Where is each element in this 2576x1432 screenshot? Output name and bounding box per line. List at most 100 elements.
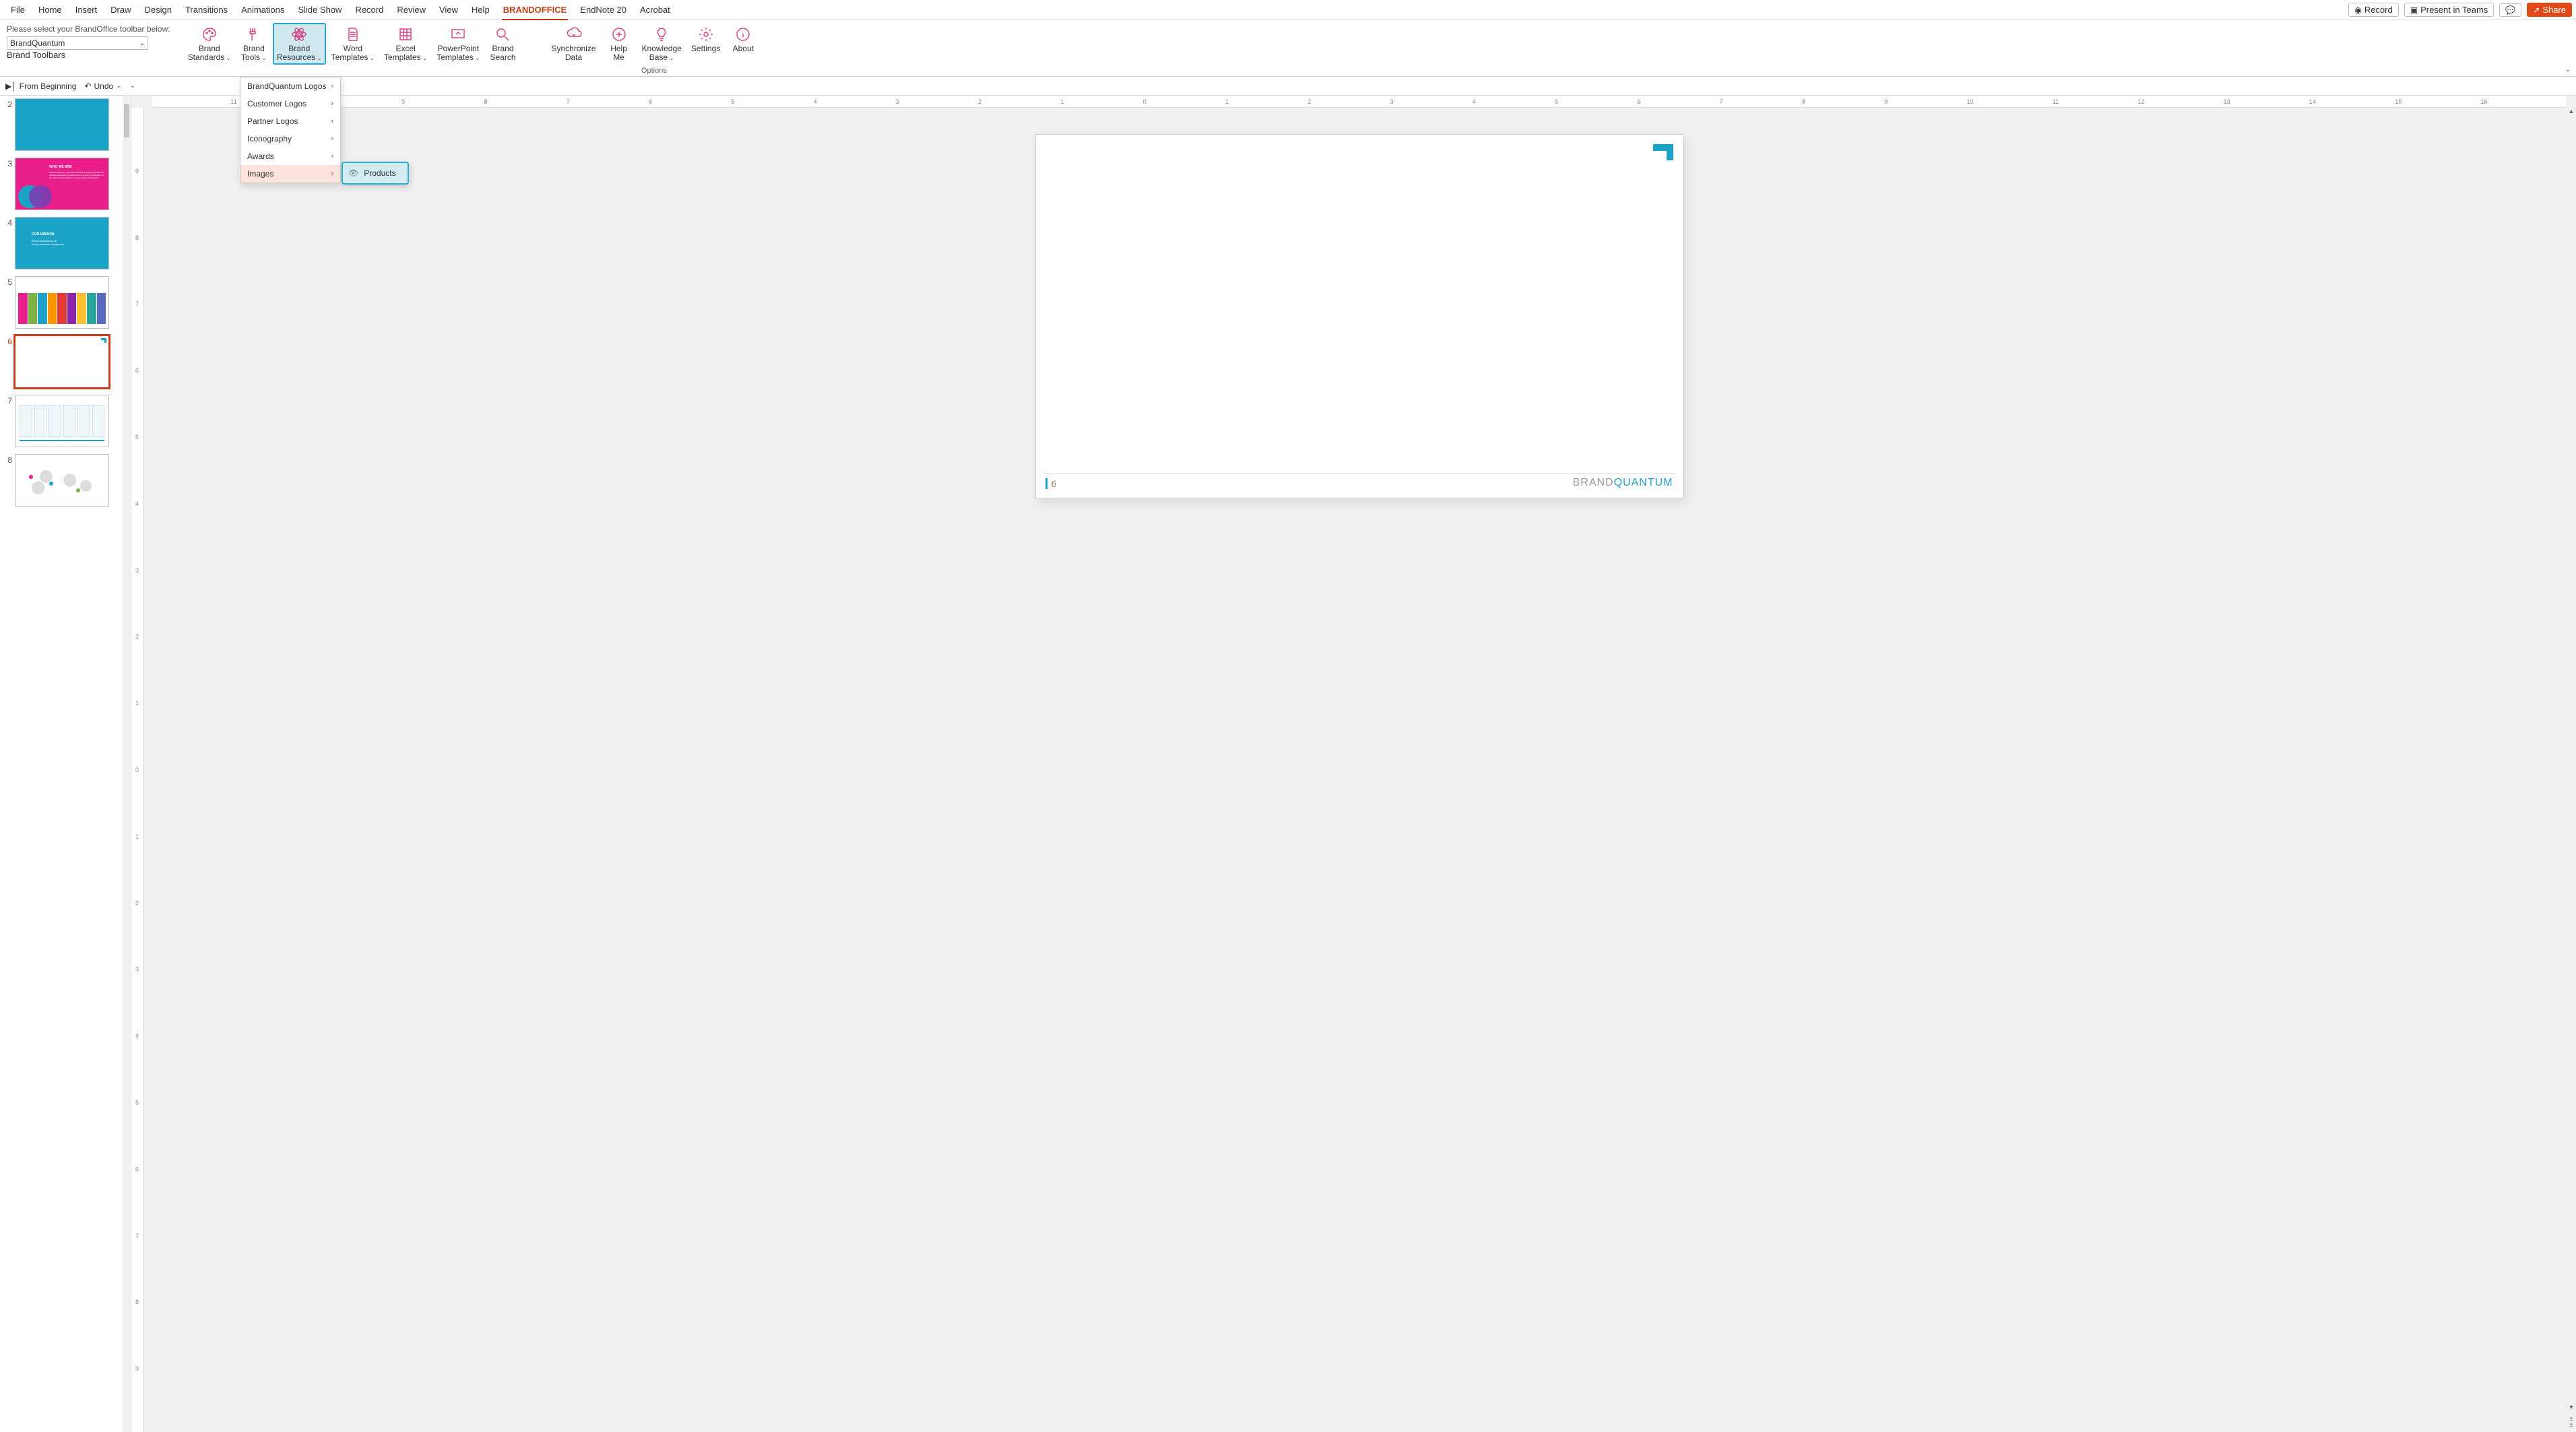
tab-view[interactable]: View <box>432 0 465 20</box>
brand-resources-menu: BrandQuantum Logos› Customer Logos› Part… <box>240 77 341 183</box>
menu-item-partner-logos[interactable]: Partner Logos› <box>240 112 340 130</box>
tab-record[interactable]: Record <box>348 0 390 20</box>
quick-access-toolbar: ▶│From Beginning ↶Undo⌄ ⌄ <box>0 77 2576 96</box>
slide-thumbnail[interactable]: 3 WHO WE ARE Brand consistency specialis… <box>3 158 120 210</box>
gear-icon <box>697 26 715 43</box>
palette-icon <box>201 26 218 43</box>
menu-item-brandquantum-logos[interactable]: BrandQuantum Logos› <box>240 77 340 95</box>
chevron-down-icon: ⌄ <box>139 40 145 47</box>
word-templates-button[interactable]: WordTemplates⌄ <box>327 23 379 65</box>
collapse-ribbon-button[interactable]: ⌄ <box>2565 66 2571 73</box>
document-icon <box>344 26 362 43</box>
ribbon-group-label: Options <box>547 67 761 76</box>
tab-insert[interactable]: Insert <box>69 0 104 20</box>
chevron-right-icon: › <box>331 152 333 160</box>
tab-home[interactable]: Home <box>32 0 69 20</box>
chevron-right-icon: › <box>331 100 333 108</box>
tab-animations[interactable]: Animations <box>234 0 291 20</box>
chevron-right-icon: › <box>331 135 333 143</box>
tab-review[interactable]: Review <box>390 0 432 20</box>
toolbar-select-prompt: Please select your BrandOffice toolbar b… <box>7 24 170 34</box>
chevron-right-icon: › <box>331 170 333 178</box>
menu-item-awards[interactable]: Awards› <box>240 148 340 165</box>
share-icon: ↗ <box>2533 5 2540 15</box>
brand-resources-button[interactable]: BrandResources⌄ <box>273 23 326 65</box>
tab-endnote[interactable]: EndNote 20 <box>573 0 633 20</box>
from-beginning-button[interactable]: ▶│From Beginning <box>5 82 76 91</box>
undo-button[interactable]: ↶Undo⌄ <box>84 82 121 91</box>
search-icon <box>494 26 511 43</box>
spreadsheet-icon <box>397 26 414 43</box>
horizontal-ruler: 1110987654321012345678910111213141516 <box>152 96 2567 108</box>
settings-button[interactable]: Settings <box>687 23 724 65</box>
brand-tools-button[interactable]: BrandTools⌄ <box>236 23 271 65</box>
synchronize-data-button[interactable]: SynchronizeData <box>547 23 600 65</box>
slide-vertical-scrollbar[interactable]: ▲ ▼ ≙≙ <box>2567 108 2576 1432</box>
slide-thumbnail[interactable]: 2 <box>3 98 120 151</box>
menu-tabs: File Home Insert Draw Design Transitions… <box>0 0 2576 20</box>
tab-transitions[interactable]: Transitions <box>179 0 234 20</box>
scroll-down-icon[interactable]: ▼ <box>2567 1404 2576 1413</box>
eye-icon: 👁 <box>348 168 358 178</box>
slide-canvas-area: 9876543210123456789 11109876543210123456… <box>131 96 2576 1432</box>
vertical-ruler: 9876543210123456789 <box>131 108 143 1432</box>
brand-search-button[interactable]: BrandSearch <box>485 23 520 65</box>
slide-thumbnail[interactable]: 7 <box>3 395 120 447</box>
ppt-templates-button[interactable]: PowerPointTemplates⌄ <box>432 23 484 65</box>
slide-thumbnail[interactable]: 6 <box>3 335 120 388</box>
teams-icon: ▣ <box>2410 5 2418 15</box>
atom-icon <box>290 26 308 43</box>
tab-file[interactable]: File <box>4 0 32 20</box>
info-icon <box>734 26 752 43</box>
slide-page-number: 6 <box>1045 478 1057 489</box>
play-from-start-icon: ▶│ <box>5 82 17 91</box>
record-dot-icon: ◉ <box>2354 5 2361 15</box>
slide-thumbnail[interactable]: 4 OUR MISSION Brand consistency atevery … <box>3 217 120 269</box>
toolbar-select[interactable]: BrandQuantum ⌄ <box>7 36 148 50</box>
chevron-down-icon: ⌄ <box>130 82 135 90</box>
tab-slideshow[interactable]: Slide Show <box>291 0 348 20</box>
ribbon: Please select your BrandOffice toolbar b… <box>0 20 2576 77</box>
toolbar-select-value: BrandQuantum <box>10 38 65 48</box>
brand-wordmark: BRANDQUANTUM <box>1573 477 1673 489</box>
knowledge-base-button[interactable]: KnowledgeBase⌄ <box>638 23 686 65</box>
tab-help[interactable]: Help <box>465 0 496 20</box>
slide-nav-buttons[interactable]: ≙≙ <box>2567 1413 2576 1432</box>
tab-draw[interactable]: Draw <box>104 0 137 20</box>
tab-brandoffice[interactable]: BRANDOFFICE <box>496 0 574 20</box>
present-in-teams-button[interactable]: ▣Present in Teams <box>2404 3 2494 17</box>
cloud-sync-icon <box>565 26 583 43</box>
undo-icon: ↶ <box>84 82 91 91</box>
brand-standards-button[interactable]: BrandStandards⌄ <box>184 23 235 65</box>
submenu-item-products[interactable]: 👁 Products <box>342 162 409 185</box>
menu-item-images[interactable]: Images› <box>240 165 340 183</box>
presentation-icon <box>449 26 467 43</box>
tools-icon <box>245 26 263 43</box>
record-button[interactable]: ◉Record <box>2348 3 2398 17</box>
chevron-right-icon: › <box>331 117 333 125</box>
scrollbar-handle[interactable] <box>124 104 129 137</box>
brand-corner-mark <box>1653 144 1673 160</box>
help-me-button[interactable]: HelpMe <box>602 23 637 65</box>
comments-button[interactable]: 💬 <box>2499 3 2521 17</box>
slide-canvas[interactable]: 6 BRANDQUANTUM <box>1036 135 1683 498</box>
chevron-right-icon: › <box>331 82 333 90</box>
ribbon-group-label: Brand Toolbars <box>7 50 170 60</box>
tab-acrobat[interactable]: Acrobat <box>633 0 677 20</box>
slide-thumbnail[interactable]: 8 <box>3 454 120 507</box>
slide-thumbnail[interactable]: 5 <box>3 276 120 329</box>
chevron-down-icon: ⌄ <box>116 82 121 90</box>
qat-customize-button[interactable]: ⌄ <box>130 82 135 90</box>
about-button[interactable]: About <box>726 23 761 65</box>
slide-thumbnail-panel: 2 3 WHO WE ARE Brand consistency special… <box>0 96 131 1432</box>
menu-item-customer-logos[interactable]: Customer Logos› <box>240 95 340 112</box>
thumbnail-scrollbar[interactable] <box>123 96 131 1432</box>
comment-icon: 💬 <box>2505 5 2515 15</box>
excel-templates-button[interactable]: ExcelTemplates⌄ <box>380 23 431 65</box>
share-button[interactable]: ↗Share <box>2527 3 2572 17</box>
help-plus-icon <box>610 26 628 43</box>
menu-item-iconography[interactable]: Iconography› <box>240 130 340 148</box>
tab-design[interactable]: Design <box>138 0 179 20</box>
scroll-up-icon[interactable]: ▲ <box>2567 108 2576 117</box>
lightbulb-icon <box>653 26 670 43</box>
